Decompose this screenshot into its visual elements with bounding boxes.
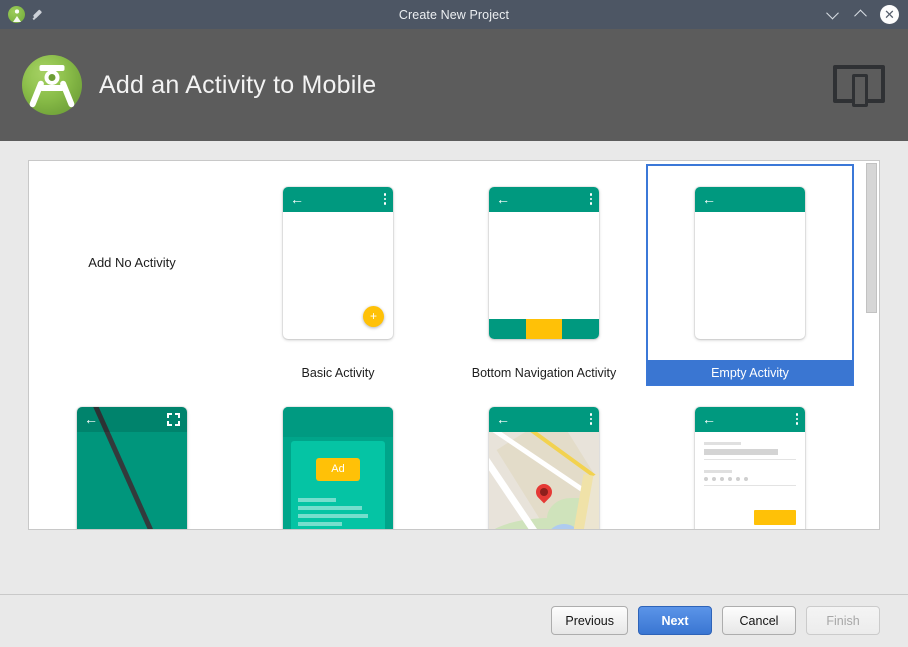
back-arrow-icon: ← [496, 192, 510, 206]
thumb-appbar: ← [283, 187, 393, 212]
template-label-bottom-navigation-activity: Bottom Navigation Activity [441, 360, 647, 385]
template-card-ad-activity[interactable]: Ad [235, 385, 441, 530]
template-card-bottom-navigation-activity[interactable]: ← Bottom Navigation Activity [441, 165, 647, 385]
fullscreen-icon [167, 413, 180, 426]
close-icon: ✕ [884, 8, 895, 21]
thumbnail-fullscreen-activity: ← [29, 385, 235, 530]
overflow-menu-icon [384, 193, 386, 204]
map-preview [489, 432, 599, 531]
ad-placeholder-lines [298, 498, 378, 526]
back-arrow-icon: ← [496, 412, 510, 426]
maximize-button[interactable] [852, 7, 868, 23]
overflow-menu-icon [590, 413, 592, 424]
chevron-up-icon [854, 9, 867, 22]
template-label-add-no-activity: Add No Activity [88, 255, 175, 270]
overflow-menu-icon [796, 413, 798, 424]
minimize-button[interactable] [824, 7, 840, 23]
activity-template-list[interactable]: Add No Activity ← + Basic Activity [28, 160, 880, 530]
window-titlebar: Create New Project ✕ [0, 0, 908, 29]
thumbnail-bottom-navigation: ← [441, 165, 647, 360]
template-card-add-no-activity[interactable]: Add No Activity [29, 165, 235, 385]
create-new-project-dialog: Create New Project ✕ Add an Activity to … [0, 0, 908, 647]
thumbnail-google-maps-activity: ← [441, 385, 647, 530]
finish-button: Finish [806, 606, 880, 635]
chevron-down-icon [826, 6, 839, 19]
thumb-appbar: ← [489, 407, 599, 432]
template-card-login-activity[interactable]: ← [647, 385, 853, 530]
thumbnail-empty-activity: ← [647, 165, 853, 360]
template-card-google-maps-activity[interactable]: ← [441, 385, 647, 530]
android-studio-logo [22, 55, 82, 115]
android-studio-icon [8, 6, 25, 23]
login-submit-button-preview [754, 510, 796, 525]
next-button[interactable]: Next [638, 606, 712, 635]
back-arrow-icon: ← [290, 192, 304, 206]
titlebar-left-icons [0, 6, 120, 23]
thumbnail-login-activity: ← [647, 385, 853, 530]
dialog-button-row: Previous Next Cancel Finish [551, 606, 880, 635]
window-title: Create New Project [120, 8, 788, 22]
back-arrow-icon: ← [702, 412, 716, 426]
back-arrow-icon: ← [702, 192, 716, 206]
ad-card: Ad [291, 441, 385, 531]
template-label-empty-activity: Empty Activity [647, 360, 853, 385]
pin-icon[interactable] [31, 8, 45, 22]
template-card-basic-activity[interactable]: ← + Basic Activity [235, 165, 441, 385]
scrollbar-thumb[interactable] [866, 163, 877, 313]
dialog-body: Add No Activity ← + Basic Activity [0, 141, 908, 594]
thumbnail-none: Add No Activity [29, 165, 235, 360]
list-scrollbar[interactable] [865, 162, 878, 530]
thumb-appbar: ← [695, 407, 805, 432]
window-controls: ✕ [788, 5, 908, 24]
template-label-basic-activity: Basic Activity [235, 360, 441, 385]
ad-badge: Ad [316, 458, 360, 481]
cancel-button[interactable]: Cancel [722, 606, 796, 635]
thumb-appbar: ← [77, 407, 187, 432]
mobile-device-icon [833, 63, 885, 107]
close-button[interactable]: ✕ [880, 5, 899, 24]
back-arrow-icon: ← [84, 412, 98, 426]
bottom-nav-bar [489, 319, 599, 339]
fab-icon: + [363, 306, 384, 327]
page-title: Add an Activity to Mobile [99, 71, 376, 100]
dialog-header: Add an Activity to Mobile [0, 29, 908, 141]
previous-button[interactable]: Previous [551, 606, 628, 635]
template-card-fullscreen-activity[interactable]: ← [29, 385, 235, 530]
thumbnail-ad-activity: Ad [235, 385, 441, 530]
login-form-preview [695, 432, 805, 531]
template-card-empty-activity[interactable]: ← Empty Activity [647, 165, 853, 385]
overflow-menu-icon [590, 193, 592, 204]
thumb-appbar: ← [489, 187, 599, 212]
dialog-footer: Previous Next Cancel Finish [0, 594, 908, 647]
thumbnail-basic-activity: ← + [235, 165, 441, 360]
thumb-appbar: ← [695, 187, 805, 212]
